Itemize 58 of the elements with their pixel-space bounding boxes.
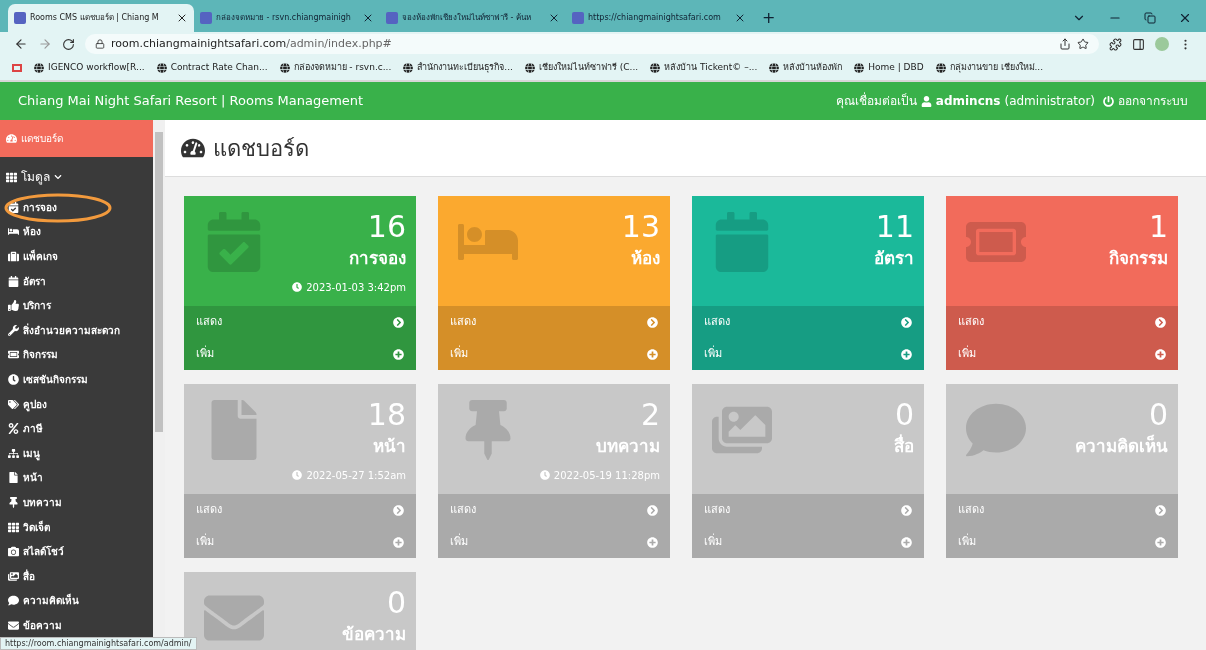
stat-count: 1 xyxy=(1148,210,1168,244)
bookmark-link[interactable]: กล่องจดหมาย - rsvn.c... xyxy=(279,61,392,75)
card-link[interactable]: แสดง xyxy=(184,306,416,338)
sidebar-item[interactable]: หน้า xyxy=(0,465,153,491)
sidebar-item[interactable]: วิดเจ็ต xyxy=(0,514,153,540)
card-link[interactable]: เพิ่ม xyxy=(946,338,1178,370)
sidebar-item[interactable]: บริการ xyxy=(0,293,153,318)
card-link[interactable]: แสดง xyxy=(946,306,1178,338)
bookmark-link[interactable]: IGENCO workflow[R... xyxy=(34,61,145,75)
sidebar-item[interactable]: คูปอง xyxy=(0,391,153,417)
user-role: (administrator) xyxy=(1004,93,1095,110)
stat-label: การจอง xyxy=(349,247,406,270)
browser-tab[interactable]: จองห้องพักเชียงใหม่ไนท์ซาฟารี - ค้นห xyxy=(380,4,566,32)
browser-tab[interactable]: Rooms CMS แดชบอร์ด | Chiang M xyxy=(8,4,194,32)
sidebar-item[interactable]: กิจกรรม xyxy=(0,342,153,368)
sidebar-item[interactable]: อัตรา xyxy=(0,268,153,294)
sidebar-item[interactable]: เมนู xyxy=(0,440,153,466)
stat-label: กิจกรรม xyxy=(1109,247,1168,270)
bookmark-link[interactable]: สำนักงานทะเบียนธุรกิจ... xyxy=(403,61,513,75)
sidebar-item[interactable]: สไลด์โชว์ xyxy=(0,539,153,564)
stat-count: 11 xyxy=(875,210,914,244)
stat-count: 13 xyxy=(621,210,660,244)
stat-label: ห้อง xyxy=(631,247,660,270)
sidebar-item[interactable]: ภาษี xyxy=(0,416,153,441)
modules-toggle[interactable]: โมดูล xyxy=(0,167,153,187)
stat-timestamp: 2023-01-03 3:42pm xyxy=(292,279,406,295)
stat-label: อัตรา xyxy=(874,247,914,270)
connected-label: คุณเชื่อมต่อเป็น xyxy=(835,92,917,110)
sidebar-item[interactable]: ความคิดเห็น xyxy=(0,588,153,614)
sidebar-item[interactable]: ห้อง xyxy=(0,219,153,245)
tab-title: จองห้องพักเชียงใหม่ไนท์ซาฟารี - ค้นห xyxy=(402,12,532,24)
browser-tab[interactable]: กล่องจดหมาย - rsvn.chiangmainigh xyxy=(194,4,380,32)
stat-count: 16 xyxy=(367,210,406,244)
sidebar-item[interactable]: ข้อความ xyxy=(0,613,153,638)
tab-title: กล่องจดหมาย - rsvn.chiangmainigh xyxy=(216,12,352,24)
browser-tab[interactable]: https://chiangmainightsafari.com xyxy=(566,4,752,32)
page-title: แดชบอร์ด xyxy=(213,134,309,163)
sidebar-item[interactable]: บทความ xyxy=(0,490,153,515)
new-tab-button[interactable]: + xyxy=(752,4,786,32)
tab-title: Rooms CMS แดชบอร์ด | Chiang M xyxy=(30,12,160,24)
bookmark-link[interactable]: เชียงใหม่ไนท์ซาฟารี (C... xyxy=(524,61,639,75)
card-link[interactable]: เพิ่ม xyxy=(184,338,416,370)
sidebar-item[interactable]: สื่อ xyxy=(0,563,153,589)
bookmark-link[interactable]: Contract Rate Chan... xyxy=(156,61,268,75)
status-url-tooltip: https://room.chiangmainightsafari.com/admin/ xyxy=(0,637,197,650)
sidebar-item[interactable]: เซสชันกิจกรรม xyxy=(0,367,153,392)
address-bar[interactable]: room.chiangmainightsafari.com/admin/index.php# xyxy=(85,34,1099,54)
bookmark-link[interactable]: Home | DBD xyxy=(854,61,924,75)
sidebar-item[interactable]: สิ่งอำนวยความสะดวก xyxy=(0,317,153,343)
bookmark-link[interactable]: หลังบ้านห้องพัก xyxy=(769,61,843,75)
url-text: room.chiangmainightsafari.com/admin/index.php# xyxy=(111,35,392,52)
bookmark-link[interactable]: หลังบ้าน Tickent© –... xyxy=(650,61,758,75)
tab-title: https://chiangmainightsafari.com xyxy=(588,12,722,24)
username: admincns xyxy=(935,93,1001,110)
bookmark-link[interactable]: กลุ่มงานขาย เชียงใหม่... xyxy=(935,61,1044,75)
app-title: Chiang Mai Night Safari Resort | Rooms Management xyxy=(18,92,364,111)
sidebar-item[interactable]: การจอง xyxy=(0,195,153,220)
sidebar-item[interactable]: แพ็คเกจ xyxy=(0,244,153,269)
